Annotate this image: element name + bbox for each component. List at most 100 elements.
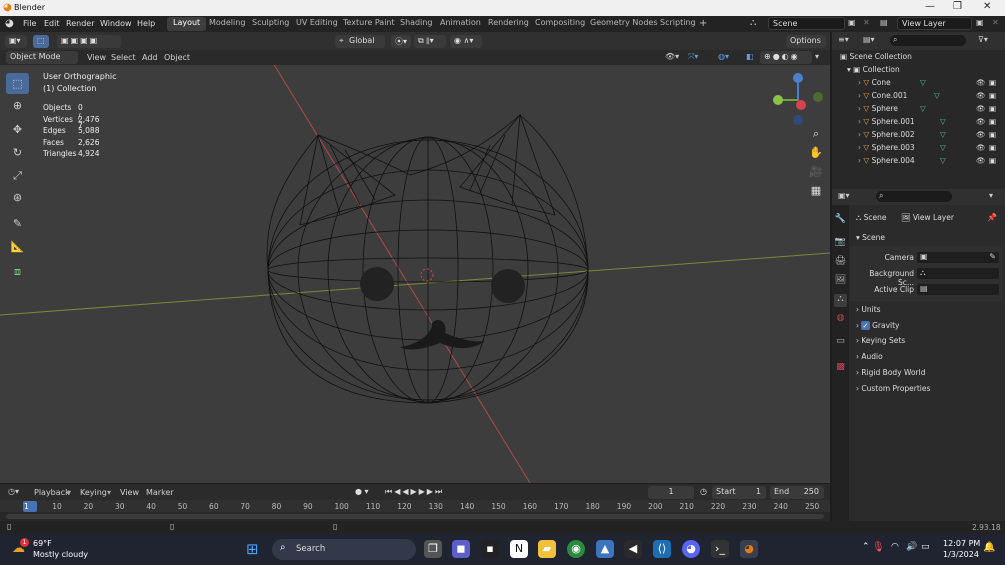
active-clip-field[interactable]: ▤: [917, 284, 999, 295]
vscode-icon[interactable]: ⟨⟩: [653, 540, 671, 558]
transform-icon[interactable]: ⊛: [6, 187, 29, 208]
properties-section-keying-sets[interactable]: › Keying Sets: [856, 336, 905, 345]
menu-help[interactable]: Help: [137, 19, 155, 28]
camera-field[interactable]: ▣ ✎: [917, 252, 999, 263]
expand-icon[interactable]: ›: [858, 104, 861, 113]
timeline-menu-view[interactable]: View: [120, 488, 139, 497]
eye-icon[interactable]: 👁: [976, 143, 986, 152]
tray-chevron-icon[interactable]: ⌃: [862, 542, 870, 552]
tab-scripting[interactable]: Scripting: [654, 17, 702, 31]
outliner-item[interactable]: › ▽ Sphere ▽ 👁 ▣: [858, 104, 1002, 117]
delete-view-layer-icon[interactable]: ✕: [992, 18, 999, 27]
display-mode-icon[interactable]: ▤▾: [863, 35, 875, 44]
tab-modeling[interactable]: Modeling: [203, 17, 251, 31]
photos-icon[interactable]: ▲: [596, 540, 614, 558]
scene-selector[interactable]: Scene: [768, 17, 845, 30]
measure-icon[interactable]: 📐: [6, 236, 29, 257]
clock-time[interactable]: 12:07 PM: [943, 539, 980, 548]
shading-options-icon[interactable]: ▾: [815, 52, 819, 61]
close-icon[interactable]: ✕: [983, 1, 991, 12]
windows-start-icon[interactable]: ⊞: [246, 540, 259, 558]
cursor-icon[interactable]: ⊕: [6, 95, 29, 116]
teams-icon[interactable]: ◼: [452, 540, 470, 558]
new-view-layer-icon[interactable]: ▣: [976, 18, 984, 27]
eye-icon[interactable]: 👁: [976, 117, 986, 126]
viewport-menu-view[interactable]: View: [87, 53, 106, 62]
visibility-icon[interactable]: 👁▾: [665, 52, 679, 61]
app-icon[interactable]: ▪: [481, 540, 499, 558]
properties-section-rigid-body-world[interactable]: › Rigid Body World: [856, 368, 926, 377]
outliner-item[interactable]: › ▽ Sphere.001 ▽ 👁 ▣: [858, 117, 1002, 130]
temperature[interactable]: 69°F: [33, 539, 52, 548]
eyedropper-icon[interactable]: ✎: [989, 252, 996, 261]
properties-section-units[interactable]: › Units: [856, 305, 881, 314]
menu-render[interactable]: Render: [66, 19, 94, 28]
volume-icon[interactable]: 🔊: [906, 542, 917, 552]
annotate-icon[interactable]: ✎: [6, 213, 29, 234]
tool-tab-icon[interactable]: 🔧: [834, 214, 847, 227]
collection-tab-icon[interactable]: ▭: [834, 336, 847, 349]
proportional-edit-button[interactable]: ◉ ∧▾: [450, 35, 482, 48]
gravity-checkbox[interactable]: ✓: [861, 320, 870, 330]
render-tab-icon[interactable]: 📷: [834, 237, 847, 250]
tab-compositing[interactable]: Compositing: [529, 17, 591, 31]
select-box-tool[interactable]: ⬚: [6, 73, 29, 94]
outliner-collection[interactable]: ▾ ▣ Collection: [847, 65, 1005, 78]
timeline-scrollbar[interactable]: [6, 514, 824, 519]
properties-options-icon[interactable]: ▾: [989, 191, 993, 200]
scale-icon[interactable]: ⤢: [6, 165, 29, 186]
tab-sculpting[interactable]: Sculpting: [246, 17, 295, 31]
hand-icon[interactable]: ✋: [807, 146, 825, 164]
properties-section-gravity[interactable]: › ✓ Gravity: [856, 320, 899, 330]
tab-animation[interactable]: Animation: [434, 17, 487, 31]
viewport-menu-object[interactable]: Object: [164, 53, 190, 62]
scene-panel-header[interactable]: ▾ Scene: [856, 233, 885, 242]
output-tab-icon[interactable]: 🖨: [834, 256, 847, 269]
battery-icon[interactable]: ▭: [921, 542, 930, 552]
delete-scene-icon[interactable]: ✕: [863, 18, 870, 27]
outliner-scene-collection[interactable]: ▣ Scene Collection: [840, 52, 1002, 65]
clock-date[interactable]: 1/3/2024: [943, 550, 979, 559]
chrome-icon[interactable]: ◉: [567, 540, 585, 558]
rotate-icon[interactable]: ↻: [6, 142, 29, 163]
console-icon[interactable]: ›_: [711, 540, 729, 558]
selection-mode-buttons[interactable]: ▣▣▣▣: [57, 35, 121, 48]
camera-render-icon[interactable]: ▣: [989, 78, 996, 87]
outliner-item[interactable]: › ▽ Sphere.003 ▽ 👁 ▣: [858, 143, 1002, 156]
wifi-icon[interactable]: ◠: [891, 542, 899, 552]
view-layer-selector[interactable]: View Layer: [897, 17, 972, 30]
zoom-icon[interactable]: ⌕: [807, 127, 825, 145]
snap-button[interactable]: ⧉ ⫴▾: [414, 35, 446, 48]
gizmo-icon[interactable]: ⤧▾: [688, 52, 698, 62]
maximize-icon[interactable]: ❐: [953, 1, 962, 12]
tab-shading[interactable]: Shading: [394, 17, 439, 31]
timeline-editor-icon[interactable]: ◷▾: [8, 487, 19, 496]
expand-icon[interactable]: ›: [858, 156, 861, 165]
playback-controls[interactable]: ⏮◀◀▶▶▶⏭: [385, 487, 444, 497]
task-view-icon[interactable]: ❐: [424, 540, 442, 558]
camera-icon[interactable]: 🎥: [807, 165, 825, 183]
expand-icon[interactable]: ›: [858, 117, 861, 126]
grid-icon[interactable]: ▦: [807, 184, 825, 202]
add-workspace-icon[interactable]: +: [699, 18, 707, 29]
record-icon[interactable]: ● ▾: [355, 487, 369, 496]
notification-icon[interactable]: 🔔: [983, 542, 995, 553]
eye-icon[interactable]: 👁: [976, 130, 986, 139]
minimize-icon[interactable]: —: [925, 1, 935, 12]
add-cube-icon[interactable]: ⧈: [6, 261, 29, 282]
outliner-item[interactable]: › ▽ Sphere.002 ▽ 👁 ▣: [858, 130, 1002, 143]
filter-icon[interactable]: ⊽▾: [978, 35, 988, 44]
new-scene-icon[interactable]: ▣: [848, 18, 856, 27]
camera-render-icon[interactable]: ▣: [989, 143, 996, 152]
scene-tab-icon[interactable]: ⛬: [834, 294, 847, 307]
tab-layout[interactable]: Layout: [167, 17, 207, 31]
tab-texture-paint[interactable]: Texture Paint: [337, 17, 401, 31]
expand-icon[interactable]: ›: [858, 130, 861, 139]
eye-icon[interactable]: 👁: [976, 78, 986, 87]
tab-rendering[interactable]: Rendering: [482, 17, 535, 31]
camera-render-icon[interactable]: ▣: [989, 130, 996, 139]
pivot-point-button[interactable]: ⦿▾: [391, 35, 411, 48]
blender-taskbar-icon[interactable]: ◕: [740, 540, 758, 558]
expand-icon[interactable]: ›: [858, 143, 861, 152]
menu-window[interactable]: Window: [100, 19, 132, 28]
